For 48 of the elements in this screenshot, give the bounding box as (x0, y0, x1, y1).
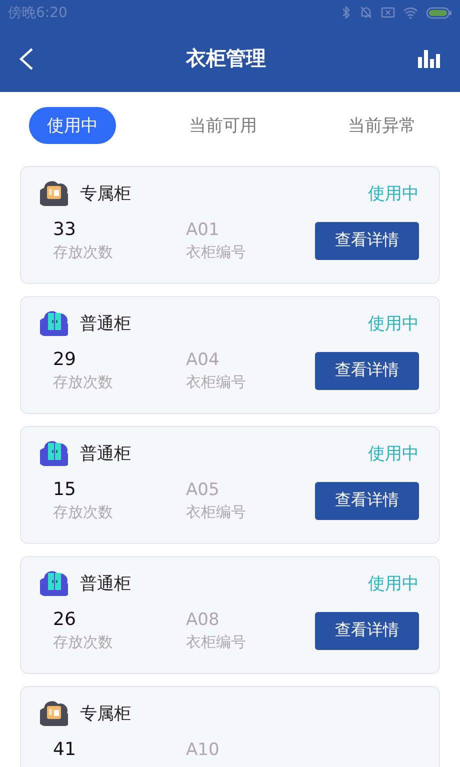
number-label: 衣柜编号 (186, 372, 247, 392)
battery-icon (426, 6, 452, 18)
filter-tab[interactable]: 当前可用 (171, 106, 275, 144)
storage-count: 15 (53, 479, 77, 500)
bar-chart-icon[interactable] (418, 50, 440, 68)
locker-icon (40, 440, 68, 466)
locker-number: A05 (186, 480, 220, 500)
storage-count: 33 (53, 219, 77, 240)
status-time: 傍晚6:20 (8, 4, 68, 22)
locker-type: 专属柜 (80, 182, 131, 204)
locker-icon (40, 310, 68, 336)
details-button[interactable]: 查看详情 (315, 482, 419, 520)
back-icon[interactable] (18, 46, 34, 70)
locker-type: 专属柜 (80, 702, 131, 724)
storage-count: 26 (53, 609, 77, 630)
details-button[interactable]: 查看详情 (315, 222, 419, 260)
storage-count: 29 (53, 349, 77, 370)
count-label: 存放次数 (53, 503, 114, 522)
sim-icon (381, 7, 395, 18)
count-label: 存放次数 (53, 373, 114, 392)
locker-number: A08 (186, 610, 220, 630)
locker-type: 普通柜 (80, 312, 131, 334)
locker-status: 使用中 (368, 572, 419, 594)
locker-status: 使用中 (368, 442, 419, 464)
bluetooth-icon (342, 6, 351, 19)
locker-number: A10 (186, 740, 220, 760)
number-label: 衣柜编号 (186, 242, 247, 262)
number-label: 衣柜编号 (186, 632, 247, 652)
number-label: 衣柜编号 (186, 502, 247, 522)
filter-tab[interactable]: 使用中 (29, 106, 116, 144)
locker-status: 使用中 (368, 312, 419, 334)
locker-icon (40, 180, 68, 206)
wifi-icon (403, 6, 418, 18)
mute-icon (359, 6, 373, 19)
filter-tab[interactable]: 当前异常 (330, 106, 434, 144)
locker-status: 使用中 (368, 182, 419, 204)
locker-number: A01 (186, 220, 220, 240)
storage-count: 41 (53, 739, 77, 760)
details-button[interactable]: 查看详情 (315, 612, 419, 650)
locker-icon (40, 700, 68, 726)
locker-number: A04 (186, 350, 220, 370)
count-label: 存放次数 (53, 243, 114, 262)
locker-type: 普通柜 (80, 442, 131, 464)
page-title: 衣柜管理 (186, 45, 266, 72)
locker-type: 普通柜 (80, 572, 131, 594)
locker-icon (40, 570, 68, 596)
count-label: 存放次数 (53, 633, 114, 652)
details-button[interactable]: 查看详情 (315, 352, 419, 390)
